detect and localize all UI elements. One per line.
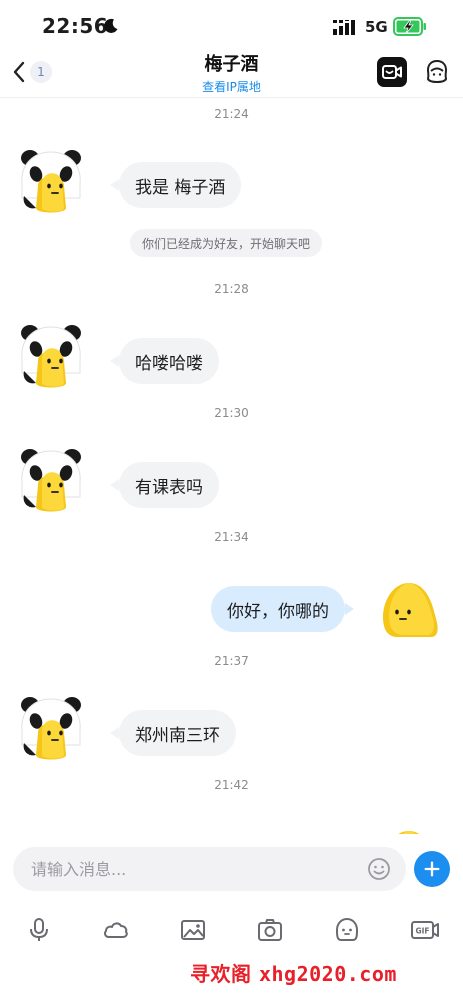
gif-label: GIF	[415, 927, 429, 936]
profile-icon[interactable]	[424, 58, 450, 86]
nav-bar: 1 梅子酒 查看IP属地	[0, 46, 463, 98]
status-bar: 22:56 5G	[0, 0, 463, 52]
plus-icon	[424, 861, 440, 877]
chat-toolbar: GIF	[0, 910, 463, 950]
user-avatar-blob-icon[interactable]	[375, 577, 445, 647]
watermark-cn: 寻欢阁	[190, 962, 252, 986]
message-bubble-incoming[interactable]: 哈喽哈喽	[119, 338, 219, 384]
contact-avatar-panda-icon[interactable]	[16, 321, 86, 391]
timestamp: 21:28	[214, 282, 249, 296]
bubble-tail	[110, 479, 119, 491]
timestamp: 21:42	[214, 778, 249, 792]
network-type: 5G	[365, 18, 388, 36]
video-call-button[interactable]	[377, 57, 407, 87]
gif-icon[interactable]: GIF	[410, 916, 440, 944]
cloud-icon[interactable]	[102, 916, 130, 944]
bubble-tail	[110, 179, 119, 191]
microphone-icon[interactable]	[25, 916, 53, 944]
timestamp: 21:34	[214, 530, 249, 544]
camera-icon[interactable]	[256, 916, 284, 944]
bubble-tail	[110, 727, 119, 739]
contact-avatar-panda-icon[interactable]	[16, 445, 86, 515]
bubble-tail	[345, 603, 354, 615]
signal-icon	[333, 20, 355, 35]
message-bubble-incoming[interactable]: 我是 梅子酒	[119, 162, 242, 208]
message-bubble-outgoing[interactable]: 你好，你哪的	[211, 586, 345, 632]
sticker-icon[interactable]	[333, 916, 361, 944]
bubble-tail	[110, 355, 119, 367]
chat-area[interactable]: 21:24 我是 梅子酒 你们已经成为好友，开始聊天吧 21:28 哈喽哈喽 2…	[0, 99, 463, 834]
message-bubble-incoming[interactable]: 郑州南三环	[119, 710, 236, 756]
user-avatar-blob-icon[interactable]	[375, 825, 445, 834]
timestamp: 21:37	[214, 654, 249, 668]
moon-icon	[104, 18, 118, 33]
watermark: 寻欢阁 xhg2020.com	[190, 958, 397, 987]
input-bar	[0, 838, 463, 900]
status-time: 22:56	[42, 14, 109, 38]
image-icon[interactable]	[179, 916, 207, 944]
timestamp: 21:30	[214, 406, 249, 420]
battery-charging-icon	[393, 17, 426, 36]
contact-avatar-panda-icon[interactable]	[16, 146, 86, 216]
plus-button[interactable]	[414, 851, 450, 887]
message-input[interactable]	[13, 847, 406, 891]
system-notice: 你们已经成为好友，开始聊天吧	[130, 229, 323, 257]
timestamp: 21:24	[214, 107, 249, 121]
watermark-site: xhg2020.com	[258, 962, 397, 986]
emoji-icon[interactable]	[367, 857, 391, 881]
message-bubble-incoming[interactable]: 有课表吗	[119, 462, 219, 508]
video-call-icon	[382, 65, 402, 79]
contact-avatar-panda-icon[interactable]	[16, 693, 86, 763]
